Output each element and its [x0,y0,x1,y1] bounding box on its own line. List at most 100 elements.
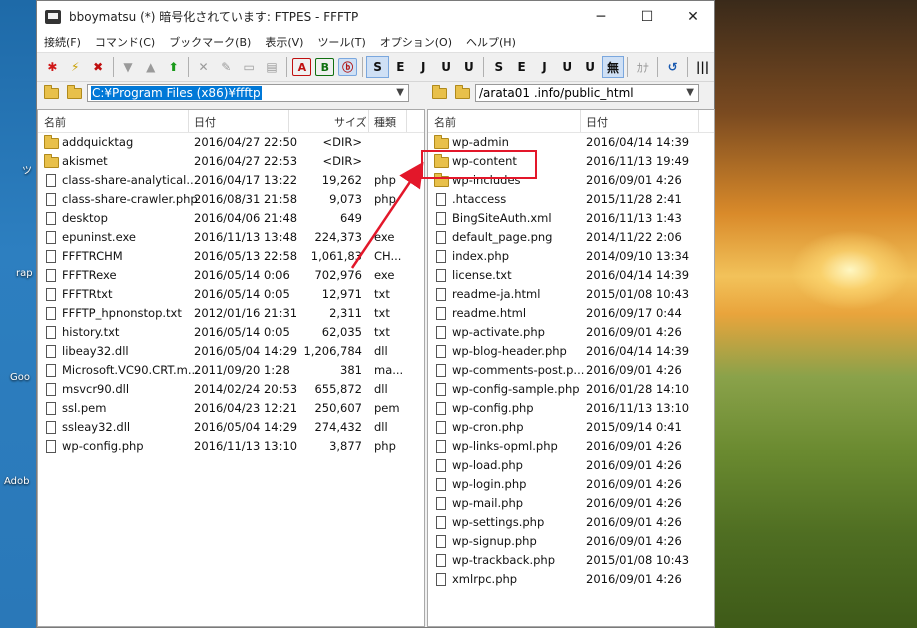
local-file-row[interactable]: Microsoft.VC90.CRT.m... 2011/09/20 1:28 38… [38,361,424,380]
menu-tools[interactable]: ツール(T) [310,34,372,50]
local-up-folder-button[interactable] [41,84,61,102]
folder-open-icon [66,84,82,99]
refresh-icon[interactable]: ↺ [661,56,684,78]
remote-file-row[interactable]: wp-config.php 2016/11/13 13:10 [428,399,714,418]
remote-file-row[interactable]: readme-ja.html 2015/01/08 10:43 [428,285,714,304]
title-bar[interactable]: bboymatsu (*) 暗号化されています: FTPES - FFFTP ─… [37,1,714,32]
mirror-upload-icon[interactable]: ⬆ [162,56,185,78]
local-file-row[interactable]: FFFTRtxt 2016/05/14 0:05 12,971 txt [38,285,424,304]
remote-file-row[interactable]: index.php 2014/09/10 13:34 [428,247,714,266]
local-file-row[interactable]: ssleay32.dll 2016/05/04 14:29 274,432 dll [38,418,424,437]
menu-bookmark[interactable]: ブックマーク(B) [162,34,258,50]
header-size[interactable]: サイズ [334,114,367,130]
header-date[interactable]: 日付 [586,114,608,130]
local-file-row[interactable]: class-share-analytical... 2016/04/17 13:2… [38,171,424,190]
header-name[interactable]: 名前 [44,114,66,130]
jis-remote-icon[interactable]: J [533,56,556,78]
list-view-icon[interactable]: ||| [691,56,714,78]
local-file-row[interactable]: FFFTP_hpnonstop.txt 2012/01/16 21:31 2,311… [38,304,424,323]
utf8bom-local-icon[interactable]: U [458,56,481,78]
euc-local-icon[interactable]: E [389,56,412,78]
remote-file-row[interactable]: default_page.png 2014/11/22 2:06 [428,228,714,247]
file-size: 381 [340,363,362,377]
remote-file-row[interactable]: license.txt 2016/04/14 14:39 [428,266,714,285]
local-open-folder-button[interactable] [64,84,84,102]
rename-icon[interactable]: ✎ [215,56,238,78]
local-file-row[interactable]: wp-config.php 2016/11/13 13:10 3,877 php [38,437,424,456]
file-date: 2015/01/08 10:43 [586,287,690,301]
sjis-local-icon[interactable]: S [366,56,389,78]
remote-open-folder-button[interactable] [452,84,472,102]
remote-file-row[interactable]: wp-comments-post.p... 2016/09/01 4:26 [428,361,714,380]
chevron-down-icon[interactable]: ▼ [686,87,694,98]
mkdir-icon[interactable]: ▭ [238,56,261,78]
remote-file-row[interactable]: wp-config-sample.php 2016/01/28 14:10 [428,380,714,399]
jis-local-icon[interactable]: J [412,56,435,78]
sjis-remote-icon[interactable]: S [487,56,510,78]
kana-icon[interactable]: ｶﾅ [631,56,654,78]
menu-options[interactable]: オプション(O) [373,34,459,50]
menu-command[interactable]: コマンド(C) [88,34,162,50]
maximize-button[interactable]: ☐ [624,1,670,32]
chevron-down-icon[interactable]: ▼ [396,87,404,98]
remote-file-row[interactable]: wp-links-opml.php 2016/09/01 4:26 [428,437,714,456]
no-conversion-icon[interactable]: 無 [601,56,625,78]
local-file-row[interactable]: epuninst.exe 2016/11/13 13:48 224,373 exe [38,228,424,247]
header-type[interactable]: 種類 [374,114,396,130]
disconnect-icon[interactable]: ✖ [87,56,110,78]
file-size: 12,971 [321,287,362,301]
remote-file-row[interactable]: wp-mail.php 2016/09/01 4:26 [428,494,714,513]
local-file-row[interactable]: libeay32.dll 2016/05/04 14:29 1,206,784 dll [38,342,424,361]
remote-file-row[interactable]: readme.html 2016/09/17 0:44 [428,304,714,323]
local-file-row[interactable]: desktop 2016/04/06 21:48 649 [38,209,424,228]
close-button[interactable]: ✕ [670,1,716,32]
remote-list-header: 名前 日付 [428,110,714,133]
utf8bom-remote-icon[interactable]: U [579,56,602,78]
local-file-row[interactable]: FFFTRCHM 2016/05/13 22:58 1,061,83 CH... [38,247,424,266]
remote-file-row[interactable]: wp-blog-header.php 2016/04/14 14:39 [428,342,714,361]
menu-connect[interactable]: 接続(F) [37,34,88,50]
remote-file-row[interactable]: wp-login.php 2016/09/01 4:26 [428,475,714,494]
connect-icon[interactable]: ✱ [41,56,64,78]
remote-path-input[interactable]: /arata01 .info/public_html ▼ [475,84,699,102]
remote-file-row[interactable]: wp-activate.php 2016/09/01 4:26 [428,323,714,342]
remote-file-row[interactable]: wp-settings.php 2016/09/01 4:26 [428,513,714,532]
download-icon[interactable]: ▼ [117,56,140,78]
remote-file-row[interactable]: wp-signup.php 2016/09/01 4:26 [428,532,714,551]
minimize-button[interactable]: ─ [578,1,624,32]
local-path-input[interactable]: C:¥Program Files (x86)¥ffftp ▼ [87,84,409,102]
local-file-row[interactable]: ssl.pem 2016/04/23 12:21 250,607 pem [38,399,424,418]
local-file-row[interactable]: FFFTRexe 2016/05/14 0:06 702,976 exe [38,266,424,285]
header-name[interactable]: 名前 [434,114,456,130]
utf8-remote-icon[interactable]: U [556,56,579,78]
file-type: php [374,439,396,453]
remote-file-row[interactable]: wp-load.php 2016/09/01 4:26 [428,456,714,475]
local-file-row[interactable]: akismet 2016/04/27 22:53 <DIR> [38,152,424,171]
desktop-label: rap [16,268,33,279]
remote-file-row[interactable]: xmlrpc.php 2016/09/01 4:26 [428,570,714,589]
local-file-list[interactable]: 名前 日付 サイズ 種類 addquicktag 2016/04/27 22:50… [37,109,425,627]
delete-icon[interactable]: ✕ [192,56,215,78]
euc-remote-icon[interactable]: E [510,56,533,78]
local-file-row[interactable]: history.txt 2016/05/14 0:05 62,035 txt [38,323,424,342]
local-file-row[interactable]: msvcr90.dll 2014/02/24 20:53 655,872 dll [38,380,424,399]
file-date: 2016/04/14 14:39 [586,344,690,358]
remote-up-folder-button[interactable] [429,84,449,102]
remote-file-list[interactable]: 名前 日付 wp-admin 2016/04/14 14:39 wp-content… [427,109,715,627]
menu-help[interactable]: ヘルプ(H) [459,34,523,50]
local-file-row[interactable]: class-share-crawler.php 2016/08/31 21:58 9… [38,190,424,209]
remote-file-row[interactable]: wp-trackback.php 2015/01/08 10:43 [428,551,714,570]
upload-icon[interactable]: ▲ [139,56,162,78]
header-date[interactable]: 日付 [194,114,216,130]
local-file-row[interactable]: addquicktag 2016/04/27 22:50 <DIR> [38,133,424,152]
quick-connect-icon[interactable]: ⚡ [64,56,87,78]
remote-file-row[interactable]: wp-cron.php 2015/09/14 0:41 [428,418,714,437]
auto-mode-icon[interactable]: ⓑ [338,58,358,76]
binary-mode-icon[interactable]: B [315,58,335,76]
ascii-mode-icon[interactable]: A [292,58,312,76]
remote-file-row[interactable]: .htaccess 2015/11/28 2:41 [428,190,714,209]
menu-view[interactable]: 表示(V) [258,34,310,50]
properties-icon[interactable]: ▤ [261,56,284,78]
remote-file-row[interactable]: BingSiteAuth.xml 2016/11/13 1:43 [428,209,714,228]
utf8-local-icon[interactable]: U [435,56,458,78]
